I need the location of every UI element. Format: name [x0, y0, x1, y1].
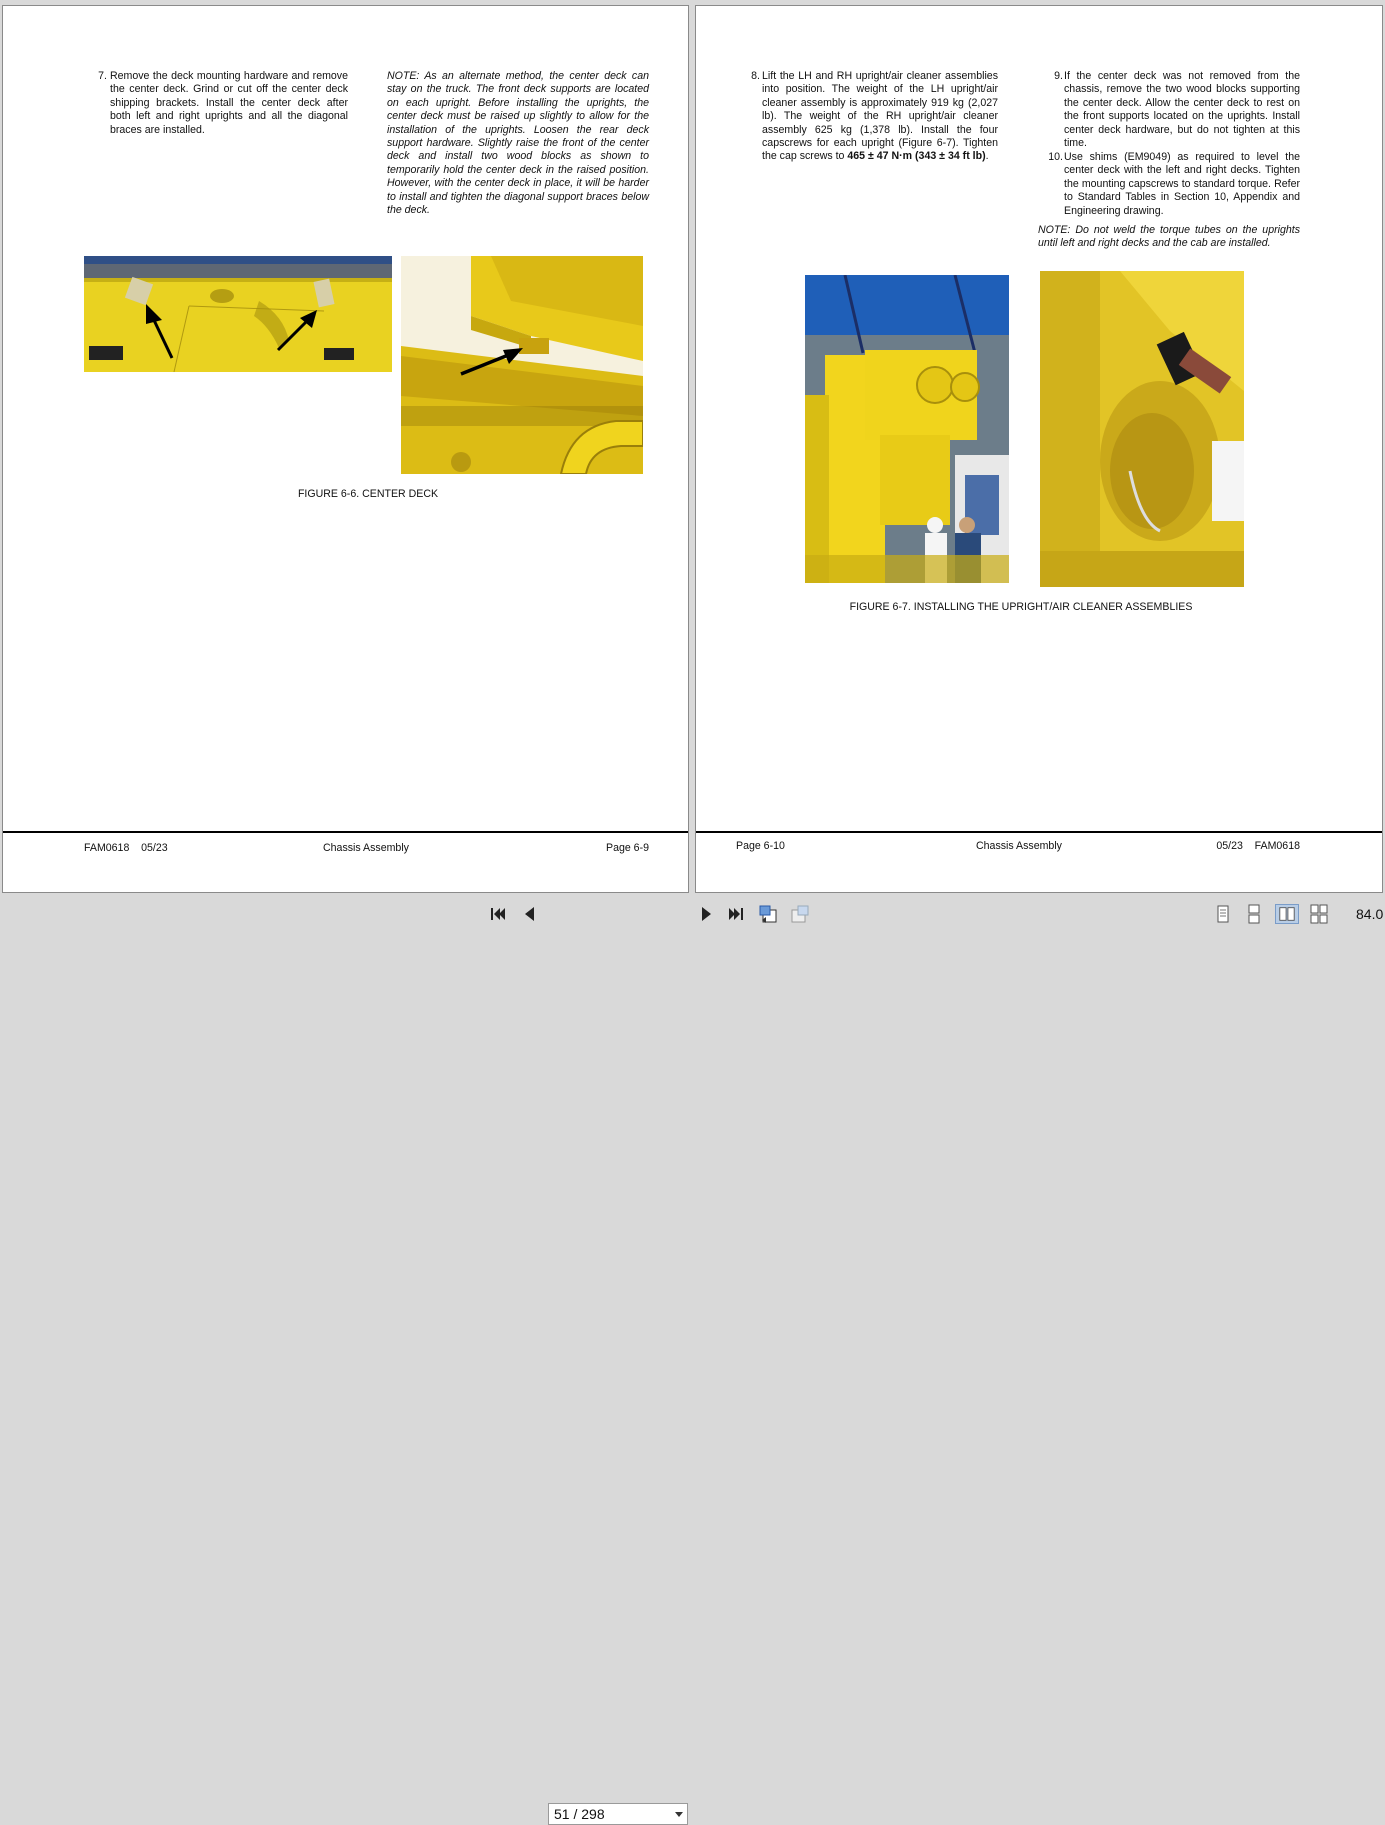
pdf-page-left: 7. Remove the deck mounting hardware and… [2, 5, 689, 893]
continuous-icon[interactable] [1244, 904, 1264, 924]
step-8-end: . [985, 150, 989, 163]
page-number-value: 51 / 298 [554, 1806, 605, 1822]
footer-rule [696, 831, 1382, 833]
footer-doc-id: 05/23 FAM0618 [1216, 840, 1300, 852]
zoom-level[interactable]: 84.0 [1356, 906, 1383, 922]
upright-lift-photo [805, 275, 1009, 583]
footer-section: Chassis Assembly [976, 840, 1062, 852]
step-9-text: If the center deck was not removed from … [1064, 70, 1300, 150]
footer-rule [3, 831, 688, 833]
upright-install-photo [1040, 271, 1244, 587]
footer-page-number: Page 6-10 [736, 840, 785, 852]
note-text: NOTE: As an alternate method, the center… [387, 70, 649, 217]
step-7-text: Remove the deck mounting hardware and re… [110, 70, 348, 136]
step-number: 8. [751, 70, 760, 82]
step-8-text: Lift the LH and RH upright/air cleaner a… [762, 70, 998, 164]
step-8-body: Lift the LH and RH upright/air cleaner a… [762, 70, 998, 163]
pdf-page-right: 8. Lift the LH and RH upright/air cleane… [695, 5, 1383, 893]
continuous-facing-icon[interactable] [1309, 904, 1329, 924]
footer-doc-id: FAM0618 05/23 [84, 842, 168, 854]
figure-6-6-caption: FIGURE 6-6. CENTER DECK [297, 488, 439, 500]
page-number-input[interactable]: 51 / 298 [548, 1803, 688, 1825]
center-deck-photo-1 [84, 256, 392, 372]
center-deck-photo-2 [401, 256, 643, 474]
previous-view-icon[interactable] [758, 904, 778, 924]
note-text: NOTE: Do not weld the torque tubes on th… [1038, 224, 1300, 250]
next-view-icon[interactable] [790, 904, 810, 924]
footer-page-number: Page 6-9 [606, 842, 649, 854]
last-page-icon[interactable] [726, 904, 746, 924]
first-page-icon[interactable] [488, 904, 508, 924]
step-10-text: Use shims (EM9049) as required to level … [1064, 151, 1300, 217]
page-dropdown-icon[interactable] [675, 1812, 683, 1817]
figure-6-7-caption: FIGURE 6-7. INSTALLING THE UPRIGHT/AIR C… [849, 601, 1193, 613]
step-number: 9. [1054, 70, 1063, 82]
step-number: 7. [98, 70, 107, 82]
footer-section: Chassis Assembly [323, 842, 409, 854]
facing-pages-icon[interactable] [1275, 904, 1299, 924]
next-page-icon[interactable] [696, 904, 716, 924]
single-page-icon[interactable] [1213, 904, 1233, 924]
navigation-toolbar: 51 / 298 [0, 900, 1385, 1825]
torque-spec: 465 ± 47 N·m (343 ± 34 ft lb) [847, 150, 986, 163]
previous-page-icon[interactable] [520, 904, 540, 924]
step-number: 10. [1048, 151, 1063, 163]
